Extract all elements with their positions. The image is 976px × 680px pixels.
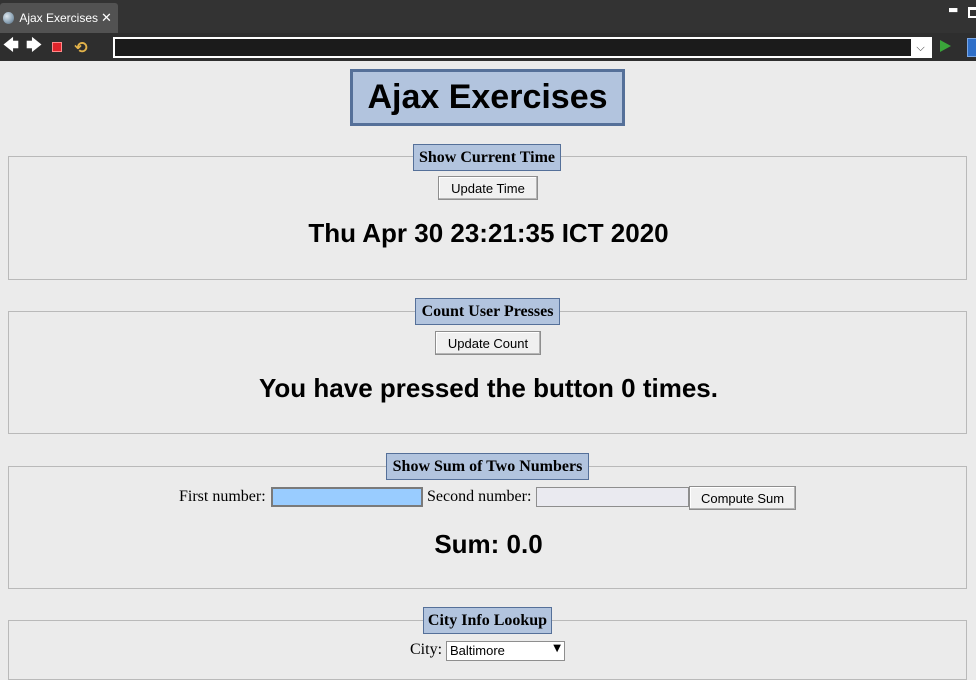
- current-time-display: Thu Apr 30 23:21:35 ICT 2020: [308, 218, 669, 248]
- address-bar[interactable]: ⌵: [113, 37, 932, 58]
- count-presses-legend: Count User Presses: [415, 298, 560, 325]
- forward-arrow-icon[interactable]: 🡆: [24, 36, 44, 57]
- go-play-icon[interactable]: [940, 40, 951, 52]
- tab-title: Ajax Exercises: [19, 11, 99, 25]
- city-selected-value: Baltimore: [450, 643, 505, 658]
- stop-icon[interactable]: [47, 37, 67, 57]
- compute-sum-button[interactable]: Compute Sum: [689, 486, 796, 510]
- stop-square: [52, 42, 62, 52]
- refresh-icon[interactable]: ⟲: [71, 37, 91, 57]
- city-label: City:: [410, 641, 443, 658]
- city-select[interactable]: Baltimore ▼: [446, 641, 565, 661]
- count-presses-panel: Update Count You have pressed the button…: [8, 311, 967, 434]
- page-title: Ajax Exercises: [367, 78, 608, 116]
- second-number-label: Second number:: [427, 488, 532, 505]
- city-lookup-legend: City Info Lookup: [423, 607, 552, 634]
- current-time-panel: Update Time Thu Apr 30 23:21:35 ICT 2020: [8, 156, 967, 280]
- browser-toolbar: 🡄 🡆 ⟲ ⌵: [0, 33, 976, 61]
- browser-tab[interactable]: Ajax Exercises ✕: [0, 3, 118, 33]
- page-title-box: Ajax Exercises: [350, 69, 625, 126]
- chevron-down-icon: ▼: [553, 643, 561, 654]
- current-time-legend: Show Current Time: [413, 144, 561, 171]
- sum-legend: Show Sum of Two Numbers: [386, 453, 589, 480]
- press-count-message: You have pressed the button 0 times.: [259, 373, 718, 403]
- sum-result: Sum: 0.0: [434, 529, 543, 559]
- first-number-input[interactable]: [271, 487, 423, 507]
- update-count-button[interactable]: Update Count: [435, 331, 541, 355]
- browser-menu-icon[interactable]: [967, 38, 976, 57]
- globe-icon: [3, 12, 15, 24]
- minimize-icon[interactable]: ▬: [948, 4, 958, 16]
- sum-panel: First number: Second number: Compute Sum…: [8, 466, 967, 589]
- update-time-button[interactable]: Update Time: [438, 176, 538, 200]
- chevron-down-icon[interactable]: ⌵: [911, 39, 930, 56]
- first-number-label: First number:: [179, 488, 266, 505]
- tab-strip: Ajax Exercises ✕ ▬: [0, 0, 976, 33]
- back-arrow-icon[interactable]: 🡄: [1, 36, 21, 57]
- maximize-icon[interactable]: [968, 7, 976, 18]
- url-input[interactable]: [115, 39, 911, 56]
- second-number-input[interactable]: [536, 487, 689, 507]
- close-tab-icon[interactable]: ✕: [98, 12, 115, 25]
